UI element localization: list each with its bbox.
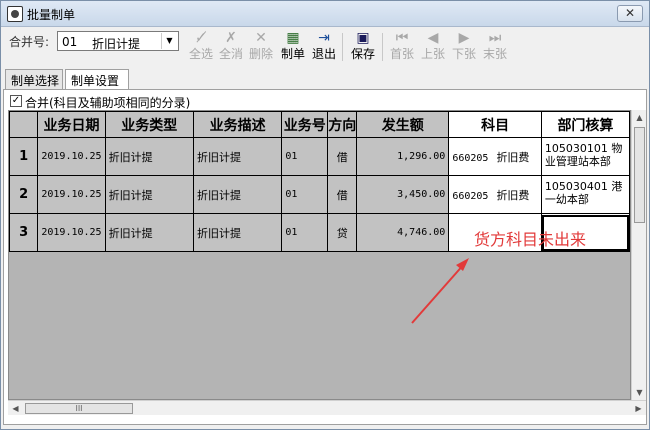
app-icon: [7, 6, 23, 22]
column-header-subject[interactable]: 科目: [448, 111, 542, 138]
deselect-all-icon: ✗: [225, 30, 237, 46]
scroll-up-icon[interactable]: ▲: [632, 110, 647, 125]
previous-record-button[interactable]: ◀ 上张: [418, 29, 448, 65]
cell-department[interactable]: 105030101 物业管理站本部: [540, 137, 630, 176]
column-header-amount[interactable]: 发生额: [356, 111, 450, 138]
annotation-text: 货方科目未出来: [474, 230, 587, 249]
cell-amount[interactable]: 4,746.00: [356, 213, 450, 252]
next-icon: ▶: [458, 30, 470, 46]
first-icon: ⏮: [395, 30, 409, 46]
column-header-department[interactable]: 部门核算: [540, 111, 630, 138]
cell-department[interactable]: 105030401 港一幼本部: [540, 175, 630, 214]
prev-icon: ◀: [427, 30, 439, 46]
scroll-down-icon[interactable]: ▼: [632, 385, 647, 400]
cell-amount[interactable]: 3,450.00: [356, 175, 450, 214]
cell-direction[interactable]: 借: [327, 175, 358, 214]
column-header-direction[interactable]: 方向: [327, 111, 358, 138]
column-header-business-number[interactable]: 业务号: [281, 111, 329, 138]
vertical-scrollbar[interactable]: ▲ ▼: [631, 110, 646, 400]
merge-number-label: 合并号:: [9, 35, 50, 49]
vertical-scroll-thumb[interactable]: [634, 127, 645, 223]
cell-business-number[interactable]: 01: [281, 213, 329, 252]
row-number: 1: [9, 137, 39, 176]
row-number: 3: [9, 213, 39, 252]
deselect-all-button[interactable]: ✗ 全消: [216, 29, 246, 65]
tab-voucher-settings[interactable]: 制单设置: [65, 69, 129, 90]
cell-direction[interactable]: 借: [327, 137, 358, 176]
cell-date[interactable]: 2019.10.25: [37, 137, 106, 176]
table-row[interactable]: 1 2019.10.25 折旧计提 折旧计提 01 借 1,296.00 660…: [9, 137, 630, 176]
subject-name: 折旧费: [496, 188, 530, 202]
cell-business-number[interactable]: 01: [281, 137, 329, 176]
cell-subject[interactable]: 660205 折旧费: [448, 137, 542, 176]
cell-business-number[interactable]: 01: [281, 175, 329, 214]
select-all-button[interactable]: ✓̸ 全选: [186, 29, 216, 65]
first-record-button[interactable]: ⏮ 首张: [387, 29, 417, 65]
next-record-button[interactable]: ▶ 下张: [449, 29, 479, 65]
merge-option-label: 合并(科目及辅助项相同的分录): [25, 96, 191, 110]
chevron-down-icon[interactable]: ▼: [161, 33, 177, 49]
delete-button[interactable]: ✕ 删除: [246, 29, 276, 65]
cell-subject[interactable]: 660205 折旧费: [448, 175, 542, 214]
subject-name: 折旧费: [496, 150, 530, 164]
voucher-icon: ▦: [286, 30, 300, 46]
cell-date[interactable]: 2019.10.25: [37, 175, 106, 214]
title-bar: 批量制单 ✕: [1, 1, 649, 27]
column-header-description[interactable]: 业务描述: [192, 111, 283, 138]
cell-amount[interactable]: 1,296.00: [356, 137, 450, 176]
table-header-row: 业务日期 业务类型 业务描述 业务号 方向 发生额 科目 部门核算: [9, 111, 630, 138]
scroll-right-icon[interactable]: ▶: [631, 401, 646, 416]
voucher-grid: 业务日期 业务类型 业务描述 业务号 方向 发生额 科目 部门核算 1 2019…: [8, 110, 631, 400]
subject-code: 660205: [452, 190, 489, 202]
cell-date[interactable]: 2019.10.25: [37, 213, 106, 252]
merge-select-name: 折旧计提: [92, 37, 141, 51]
exit-button[interactable]: ⇥ 退出: [309, 29, 339, 65]
table-row[interactable]: 2 2019.10.25 折旧计提 折旧计提 01 借 3,450.00 660…: [9, 175, 630, 214]
subject-code: 660205: [452, 152, 489, 164]
scroll-left-icon[interactable]: ◀: [8, 401, 23, 416]
close-button[interactable]: ✕: [617, 5, 643, 22]
exit-icon: ⇥: [318, 30, 330, 46]
save-button[interactable]: ▣ 保存: [348, 29, 378, 65]
cell-direction[interactable]: 贷: [327, 213, 358, 252]
column-header-type[interactable]: 业务类型: [104, 111, 194, 138]
merge-select-code: 01: [62, 35, 78, 49]
column-header-date[interactable]: 业务日期: [37, 111, 106, 138]
horizontal-scrollbar[interactable]: ◀ III ▶: [8, 400, 646, 415]
tab-voucher-selection[interactable]: 制单选择: [5, 69, 63, 89]
settings-panel: ✓ 合并(科目及辅助项相同的分录) 业务日期 业务类型 业务描述 业务号 方向: [3, 89, 647, 425]
toolbar: 合并号: 01 折旧计提 ▼ ✓̸ 全选 ✗ 全消 ✕ 删除 ▦ 制单 ⇥ 退出…: [1, 27, 649, 67]
delete-icon: ✕: [255, 30, 267, 46]
toolbar-separator: [382, 33, 383, 61]
toolbar-separator: [342, 33, 343, 61]
last-record-button[interactable]: ⏭ 末张: [480, 29, 510, 65]
save-icon: ▣: [356, 30, 370, 46]
cell-type[interactable]: 折旧计提: [104, 213, 194, 252]
make-voucher-button[interactable]: ▦ 制单: [278, 29, 308, 65]
window-title: 批量制单: [27, 8, 76, 22]
last-icon: ⏭: [488, 30, 502, 46]
cell-description[interactable]: 折旧计提: [192, 213, 283, 252]
merge-number-select[interactable]: 01 折旧计提 ▼: [57, 31, 179, 51]
cell-type[interactable]: 折旧计提: [104, 137, 194, 176]
cell-description[interactable]: 折旧计提: [192, 175, 283, 214]
row-number: 2: [9, 175, 39, 214]
column-header-row-number: [9, 111, 39, 138]
cell-type[interactable]: 折旧计提: [104, 175, 194, 214]
cell-description[interactable]: 折旧计提: [192, 137, 283, 176]
select-all-icon: ✓̸: [195, 30, 207, 46]
batch-voucher-window: 批量制单 ✕ 合并号: 01 折旧计提 ▼ ✓̸ 全选 ✗ 全消 ✕ 删除 ▦ …: [0, 0, 650, 430]
horizontal-scroll-thumb[interactable]: III: [25, 403, 133, 414]
merge-checkbox[interactable]: ✓: [10, 95, 22, 107]
